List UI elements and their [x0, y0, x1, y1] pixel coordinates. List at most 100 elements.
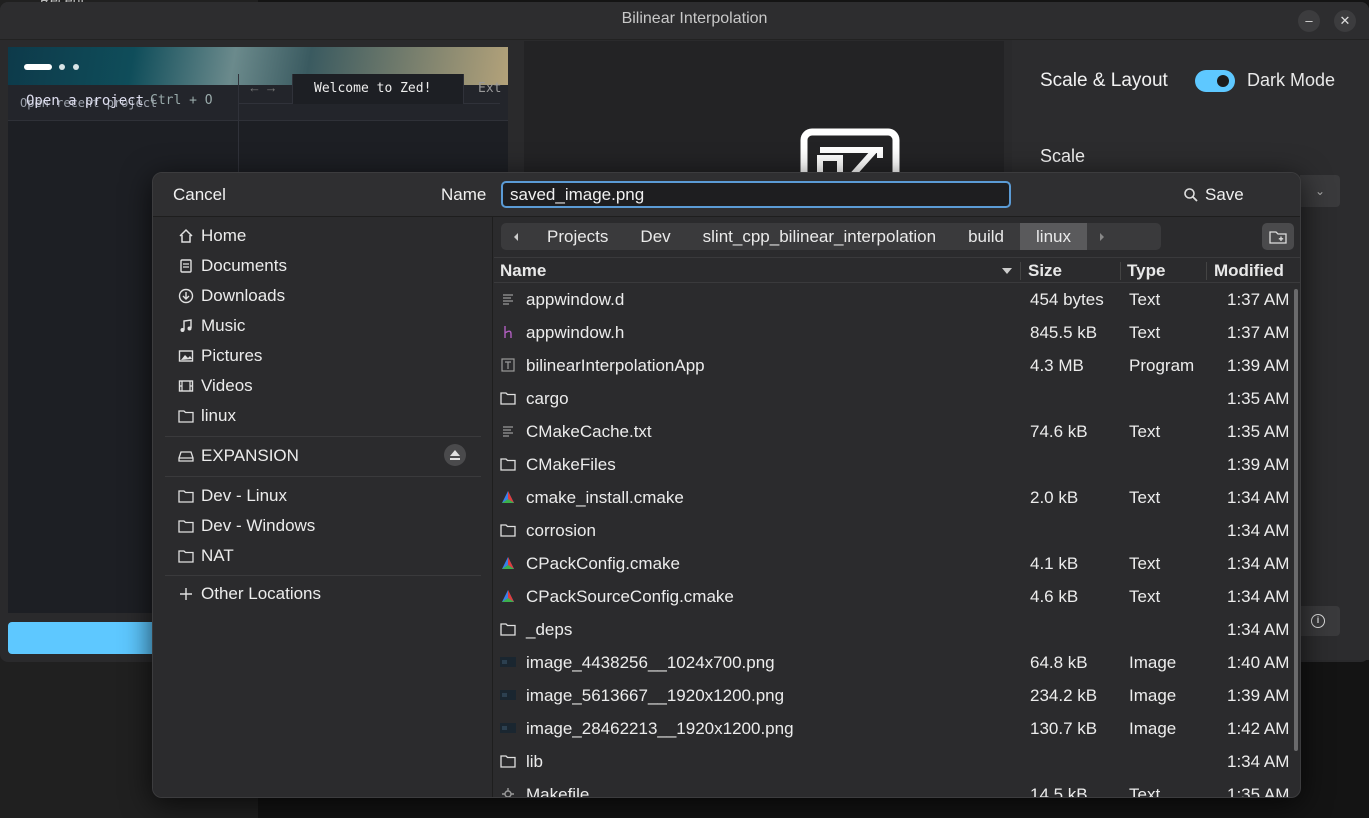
sidebar-item-music[interactable]: Music [177, 313, 245, 339]
file-modified: 1:34 AM [1227, 620, 1290, 639]
file-row[interactable]: CMakeFiles 1:39 AM [494, 448, 1300, 481]
column-name[interactable]: Name [500, 261, 546, 281]
column-modified[interactable]: Modified [1214, 261, 1284, 281]
file-row[interactable]: image_5613667__1920x1200.png 234.2 kB Imag… [494, 679, 1300, 712]
filename-input[interactable] [501, 181, 1011, 208]
file-type: Text [1129, 554, 1161, 573]
sidebar-separator [165, 575, 481, 576]
name-label: Name [441, 185, 487, 204]
scale-dropdown-chevron-icon[interactable]: ⌄ [1300, 175, 1340, 207]
file-size: 234.2 kB [1030, 686, 1098, 705]
text-file-icon [500, 291, 516, 307]
output-preview [524, 41, 1004, 181]
column-size[interactable]: Size [1028, 261, 1062, 281]
folder-icon [500, 390, 516, 406]
file-name: image_5613667__1920x1200.png [526, 686, 785, 705]
file-modified: 1:39 AM [1227, 455, 1290, 474]
file-row[interactable]: corrosion 1:34 AM [494, 514, 1300, 547]
file-type: Image [1129, 653, 1177, 672]
folder-icon [500, 753, 516, 769]
sidebar-item-label: Other Locations [201, 584, 322, 603]
file-row[interactable]: CMakeCache.txt 74.6 kB Text 1:35 AM [494, 415, 1300, 448]
dark-mode-label: Dark Mode [1247, 70, 1336, 90]
file-type: Text [1129, 422, 1161, 441]
music-icon [177, 317, 195, 335]
column-type[interactable]: Type [1127, 261, 1165, 281]
file-row[interactable]: cmake_install.cmake 2.0 kB Text 1:34 AM [494, 481, 1300, 514]
path-crumb-dev[interactable]: Dev [624, 223, 686, 250]
file-row[interactable]: appwindow.d 454 bytes Text 1:37 AM [494, 283, 1300, 316]
carousel-indicator-active [24, 64, 52, 70]
eject-icon[interactable] [444, 444, 466, 466]
save-button[interactable]: Save [1205, 185, 1244, 205]
sidebar-item-label: Dev - Linux [201, 486, 287, 505]
plus-icon [177, 585, 195, 603]
folder-icon [177, 517, 195, 535]
new-folder-icon[interactable] [1262, 223, 1294, 250]
file-modified: 1:37 AM [1227, 323, 1290, 342]
path-crumb-slint-cpp-bilinear-interpolation[interactable]: slint_cpp_bilinear_interpolation [687, 223, 952, 250]
downloads-icon [177, 287, 195, 305]
path-crumb-build[interactable]: build [952, 223, 1020, 250]
sidebar-item-home[interactable]: Home [177, 223, 246, 249]
close-button[interactable]: ✕ [1334, 10, 1356, 32]
folder-icon [500, 456, 516, 472]
file-modified: 1:34 AM [1227, 554, 1290, 573]
file-row[interactable]: cargo 1:35 AM [494, 382, 1300, 415]
folder-icon [177, 407, 195, 425]
dialog-header: Cancel Name Save [153, 173, 1300, 217]
sidebar-separator [165, 436, 481, 437]
sidebar-item-linux[interactable]: linux [177, 403, 236, 429]
text-file-icon [500, 423, 516, 439]
sidebar-item-videos[interactable]: Videos [177, 373, 253, 399]
file-row[interactable]: appwindow.h 845.5 kB Text 1:37 AM [494, 316, 1300, 349]
file-type: Text [1129, 323, 1161, 342]
file-list: appwindow.d 454 bytes Text 1:37 AM appwindow… [494, 283, 1300, 798]
file-row[interactable]: image_28462213__1920x1200.png 130.7 kB Ima… [494, 712, 1300, 745]
path-forward-icon[interactable] [1087, 223, 1117, 250]
sidebar-item-other-locations[interactable]: Other Locations [177, 581, 321, 607]
sidebar-item-label: linux [201, 406, 236, 425]
videos-icon [177, 377, 195, 395]
dark-mode-toggle[interactable] [1195, 70, 1235, 92]
path-back-icon[interactable] [501, 223, 531, 250]
sidebar-item-pictures[interactable]: Pictures [177, 343, 262, 369]
primary-action-button[interactable] [8, 622, 158, 654]
sidebar-item-dev-windows[interactable]: Dev - Windows [177, 513, 315, 539]
file-type: Text [1129, 587, 1161, 606]
file-row[interactable]: image_4438256__1024x700.png 64.8 kB Image 1… [494, 646, 1300, 679]
search-icon[interactable] [1183, 187, 1199, 203]
file-list-scrollbar[interactable] [1294, 289, 1298, 751]
file-row[interactable]: _deps 1:34 AM [494, 613, 1300, 646]
folder-icon [500, 522, 516, 538]
zed-tab-welcome-label: Welcome to Zed! [314, 81, 432, 96]
path-crumb-projects[interactable]: Projects [531, 223, 624, 250]
sidebar-item-documents[interactable]: Documents [177, 253, 287, 279]
sidebar-item-nat[interactable]: NAT [177, 543, 234, 569]
file-name: image_4438256__1024x700.png [526, 653, 775, 672]
file-row[interactable]: lib 1:34 AM [494, 745, 1300, 778]
image-thumbnail-icon [500, 687, 516, 703]
sidebar-item-expansion[interactable]: EXPANSION [177, 443, 299, 469]
file-row[interactable]: CPackSourceConfig.cmake 4.6 kB Text 1:34 AM [494, 580, 1300, 613]
file-list-header: Name Size Type Modified [494, 257, 1300, 283]
file-size: 4.6 kB [1030, 587, 1079, 606]
carousel-dot [73, 64, 79, 70]
column-separator [1120, 262, 1121, 280]
file-name: CMakeCache.txt [526, 422, 652, 441]
minimize-button[interactable]: – [1298, 10, 1320, 32]
file-type: Text [1129, 785, 1161, 798]
sidebar-item-label: Music [201, 316, 246, 335]
sidebar-item-dev-linux[interactable]: Dev - Linux [177, 483, 287, 509]
file-row[interactable]: Makefile 14.5 kB Text 1:35 AM [494, 778, 1300, 798]
file-row[interactable]: bilinearInterpolationApp 4.3 MB Program 1:3… [494, 349, 1300, 382]
header-file-icon [500, 324, 516, 340]
carousel-dot [59, 64, 65, 70]
zed-tab-ext-label: Ext [478, 81, 502, 96]
window-title: Bilinear Interpolation [621, 10, 768, 27]
cancel-button[interactable]: Cancel [173, 185, 226, 205]
file-name: bilinearInterpolationApp [526, 356, 705, 375]
file-row[interactable]: CPackConfig.cmake 4.1 kB Text 1:34 AM [494, 547, 1300, 580]
path-crumb-linux[interactable]: linux [1020, 223, 1087, 250]
sidebar-item-downloads[interactable]: Downloads [177, 283, 285, 309]
